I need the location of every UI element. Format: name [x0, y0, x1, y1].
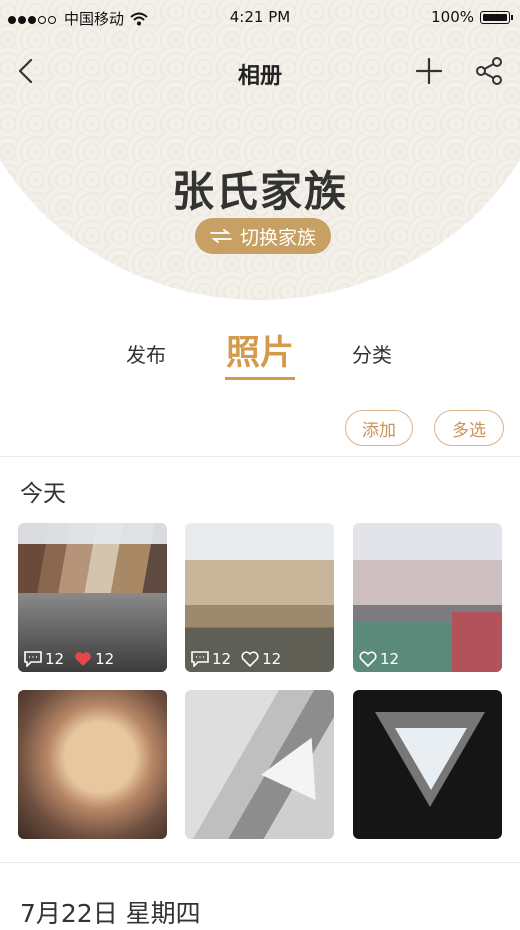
- share-icon[interactable]: [474, 56, 504, 86]
- active-tab-indicator: [225, 377, 295, 380]
- navigation-bar: 相册: [0, 50, 520, 94]
- comment-icon: [191, 651, 209, 667]
- divider: [0, 456, 520, 457]
- header-background: [0, 0, 520, 300]
- photo-thumbnail[interactable]: [18, 690, 167, 839]
- status-bar: 中国移动 4:21 PM 100%: [0, 6, 520, 30]
- heart-outline-icon[interactable]: [359, 651, 377, 667]
- heart-outline-icon[interactable]: [241, 651, 259, 667]
- family-name: 张氏家族: [171, 167, 348, 216]
- photo-thumbnail[interactable]: 12: [353, 523, 502, 672]
- photo-stats: 12 12: [191, 650, 287, 668]
- comment-count: 12: [212, 650, 232, 668]
- section-title-date: 7月22日 星期四: [20, 899, 201, 928]
- album-tabs: 发布 照片 分类: [0, 325, 520, 385]
- multi-select-button[interactable]: 多选: [434, 410, 504, 446]
- album-header: [0, 0, 520, 310]
- switch-family-label: 切换家族: [239, 226, 316, 249]
- like-count: 12: [380, 650, 400, 668]
- battery-percent: 100%: [431, 8, 474, 26]
- photo-thumbnail[interactable]: [185, 690, 334, 839]
- comment-icon: [24, 651, 42, 667]
- like-count: 12: [262, 650, 282, 668]
- switch-family-button[interactable]: 切换家族: [195, 218, 331, 254]
- add-button[interactable]: 添加: [345, 410, 413, 446]
- tab-publish[interactable]: 发布: [126, 339, 166, 368]
- add-icon[interactable]: [414, 56, 444, 86]
- section-title-today: 今天: [20, 481, 66, 507]
- battery-icon: [480, 10, 513, 24]
- photo-thumbnail[interactable]: [353, 690, 502, 839]
- swap-arrows-icon: [210, 229, 232, 243]
- photo-stats: 12 12: [24, 650, 120, 668]
- tab-category[interactable]: 分类: [352, 339, 392, 368]
- divider: [0, 862, 520, 863]
- heart-filled-icon[interactable]: [74, 651, 92, 667]
- photo-stats: 12: [359, 650, 405, 668]
- photo-thumbnail[interactable]: 12 12: [185, 523, 334, 672]
- photo-thumbnail[interactable]: 12 12: [18, 523, 167, 672]
- comment-count: 12: [45, 650, 65, 668]
- like-count: 12: [95, 650, 115, 668]
- tab-photos[interactable]: 照片: [226, 325, 294, 374]
